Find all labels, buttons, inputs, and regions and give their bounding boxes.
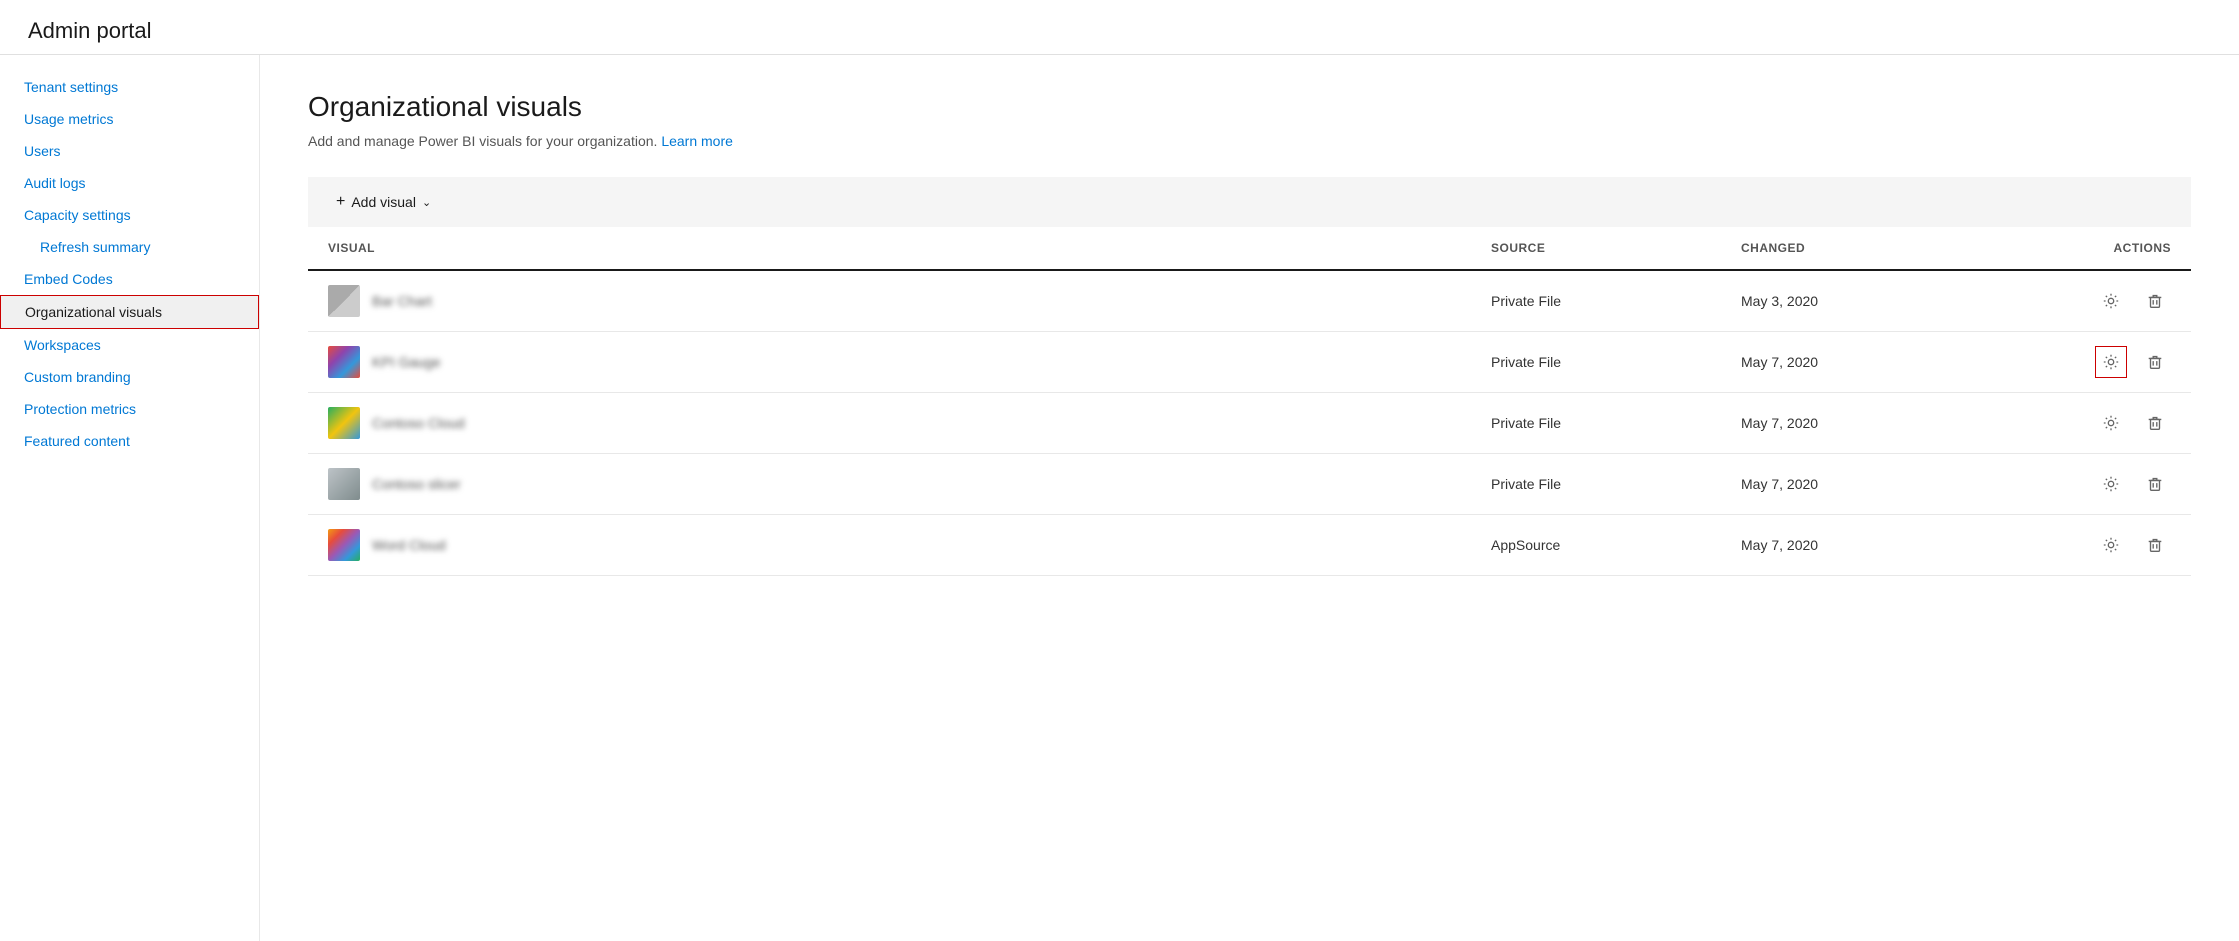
sidebar-item-organizational-visuals[interactable]: Organizational visuals: [0, 295, 259, 329]
visual-name-row4: Contoso slicer: [372, 476, 461, 492]
trash-button-row2[interactable]: [2139, 346, 2171, 378]
trash-button-row1[interactable]: [2139, 285, 2171, 317]
changed-cell-row1: May 3, 2020: [1741, 293, 1991, 309]
visual-name-row1: Bar Chart: [372, 293, 432, 309]
col-source-header: SOURCE: [1491, 241, 1741, 255]
add-visual-button[interactable]: + Add visual ⌄: [328, 189, 439, 215]
table-rows-container: Bar ChartPrivate FileMay 3, 2020 KPI Gau…: [308, 271, 2191, 576]
sidebar-item-embed-codes[interactable]: Embed Codes: [0, 263, 259, 295]
trash-button-row4[interactable]: [2139, 468, 2171, 500]
source-cell-row1: Private File: [1491, 293, 1741, 309]
actions-cell-row2: [1991, 346, 2171, 378]
plus-icon: +: [336, 193, 345, 211]
top-bar: Admin portal: [0, 0, 2239, 55]
gear-button-row1[interactable]: [2095, 285, 2127, 317]
actions-cell-row4: [1991, 468, 2171, 500]
subtitle-text: Add and manage Power BI visuals for your…: [308, 133, 657, 149]
table-row: Contoso Cloud Private FileMay 7, 2020: [308, 393, 2191, 454]
changed-cell-row3: May 7, 2020: [1741, 415, 1991, 431]
main-content: Organizational visuals Add and manage Po…: [260, 55, 2239, 941]
changed-cell-row5: May 7, 2020: [1741, 537, 1991, 553]
app-title: Admin portal: [28, 18, 2211, 44]
col-visual-header: VISUAL: [328, 241, 1491, 255]
visual-cell-row4: Contoso slicer: [328, 468, 1491, 500]
visual-name-row5: Word Cloud: [372, 537, 446, 553]
sidebar-item-protection-metrics[interactable]: Protection metrics: [0, 393, 259, 425]
visual-cell-row3: Contoso Cloud: [328, 407, 1491, 439]
visual-cell-row2: KPI Gauge: [328, 346, 1491, 378]
visual-name-row3: Contoso Cloud: [372, 415, 465, 431]
gear-button-row2[interactable]: [2095, 346, 2127, 378]
sidebar-item-usage-metrics[interactable]: Usage metrics: [0, 103, 259, 135]
visual-name-row2: KPI Gauge: [372, 354, 441, 370]
gear-button-row5[interactable]: [2095, 529, 2127, 561]
sidebar: Tenant settingsUsage metricsUsersAudit l…: [0, 55, 260, 941]
sidebar-item-users[interactable]: Users: [0, 135, 259, 167]
table-row: Word Cloud AppSourceMay 7, 2020: [308, 515, 2191, 576]
trash-button-row5[interactable]: [2139, 529, 2171, 561]
sidebar-item-audit-logs[interactable]: Audit logs: [0, 167, 259, 199]
sidebar-item-featured-content[interactable]: Featured content: [0, 425, 259, 457]
col-changed-header: CHANGED: [1741, 241, 1991, 255]
visual-thumb-row1: [328, 285, 360, 317]
main-layout: Tenant settingsUsage metricsUsersAudit l…: [0, 55, 2239, 941]
source-cell-row3: Private File: [1491, 415, 1741, 431]
page-title: Organizational visuals: [308, 91, 2191, 123]
gear-button-row3[interactable]: [2095, 407, 2127, 439]
chevron-down-icon: ⌄: [422, 196, 431, 209]
add-visual-label: Add visual: [351, 194, 416, 210]
actions-cell-row3: [1991, 407, 2171, 439]
actions-cell-row5: [1991, 529, 2171, 561]
trash-button-row3[interactable]: [2139, 407, 2171, 439]
visual-cell-row5: Word Cloud: [328, 529, 1491, 561]
visual-thumb-row3: [328, 407, 360, 439]
sidebar-item-tenant-settings[interactable]: Tenant settings: [0, 71, 259, 103]
app-container: Admin portal Tenant settingsUsage metric…: [0, 0, 2239, 941]
sidebar-item-custom-branding[interactable]: Custom branding: [0, 361, 259, 393]
table-row: KPI Gauge Private FileMay 7, 2020: [308, 332, 2191, 393]
source-cell-row2: Private File: [1491, 354, 1741, 370]
page-subtitle: Add and manage Power BI visuals for your…: [308, 133, 2191, 149]
changed-cell-row2: May 7, 2020: [1741, 354, 1991, 370]
table-row: Contoso slicer Private FileMay 7, 2020: [308, 454, 2191, 515]
sidebar-item-refresh-summary[interactable]: Refresh summary: [0, 231, 259, 263]
actions-cell-row1: [1991, 285, 2171, 317]
gear-button-row4[interactable]: [2095, 468, 2127, 500]
table-row: Bar Chart Private FileMay 3, 2020: [308, 271, 2191, 332]
visual-thumb-row5: [328, 529, 360, 561]
toolbar: + Add visual ⌄: [308, 177, 2191, 227]
table-header: VISUAL SOURCE CHANGED ACTIONS: [308, 227, 2191, 271]
sidebar-item-capacity-settings[interactable]: Capacity settings: [0, 199, 259, 231]
source-cell-row4: Private File: [1491, 476, 1741, 492]
col-actions-header: ACTIONS: [1991, 241, 2171, 255]
visual-thumb-row2: [328, 346, 360, 378]
source-cell-row5: AppSource: [1491, 537, 1741, 553]
sidebar-item-workspaces[interactable]: Workspaces: [0, 329, 259, 361]
learn-more-link[interactable]: Learn more: [661, 133, 733, 149]
changed-cell-row4: May 7, 2020: [1741, 476, 1991, 492]
visual-thumb-row4: [328, 468, 360, 500]
visual-cell-row1: Bar Chart: [328, 285, 1491, 317]
